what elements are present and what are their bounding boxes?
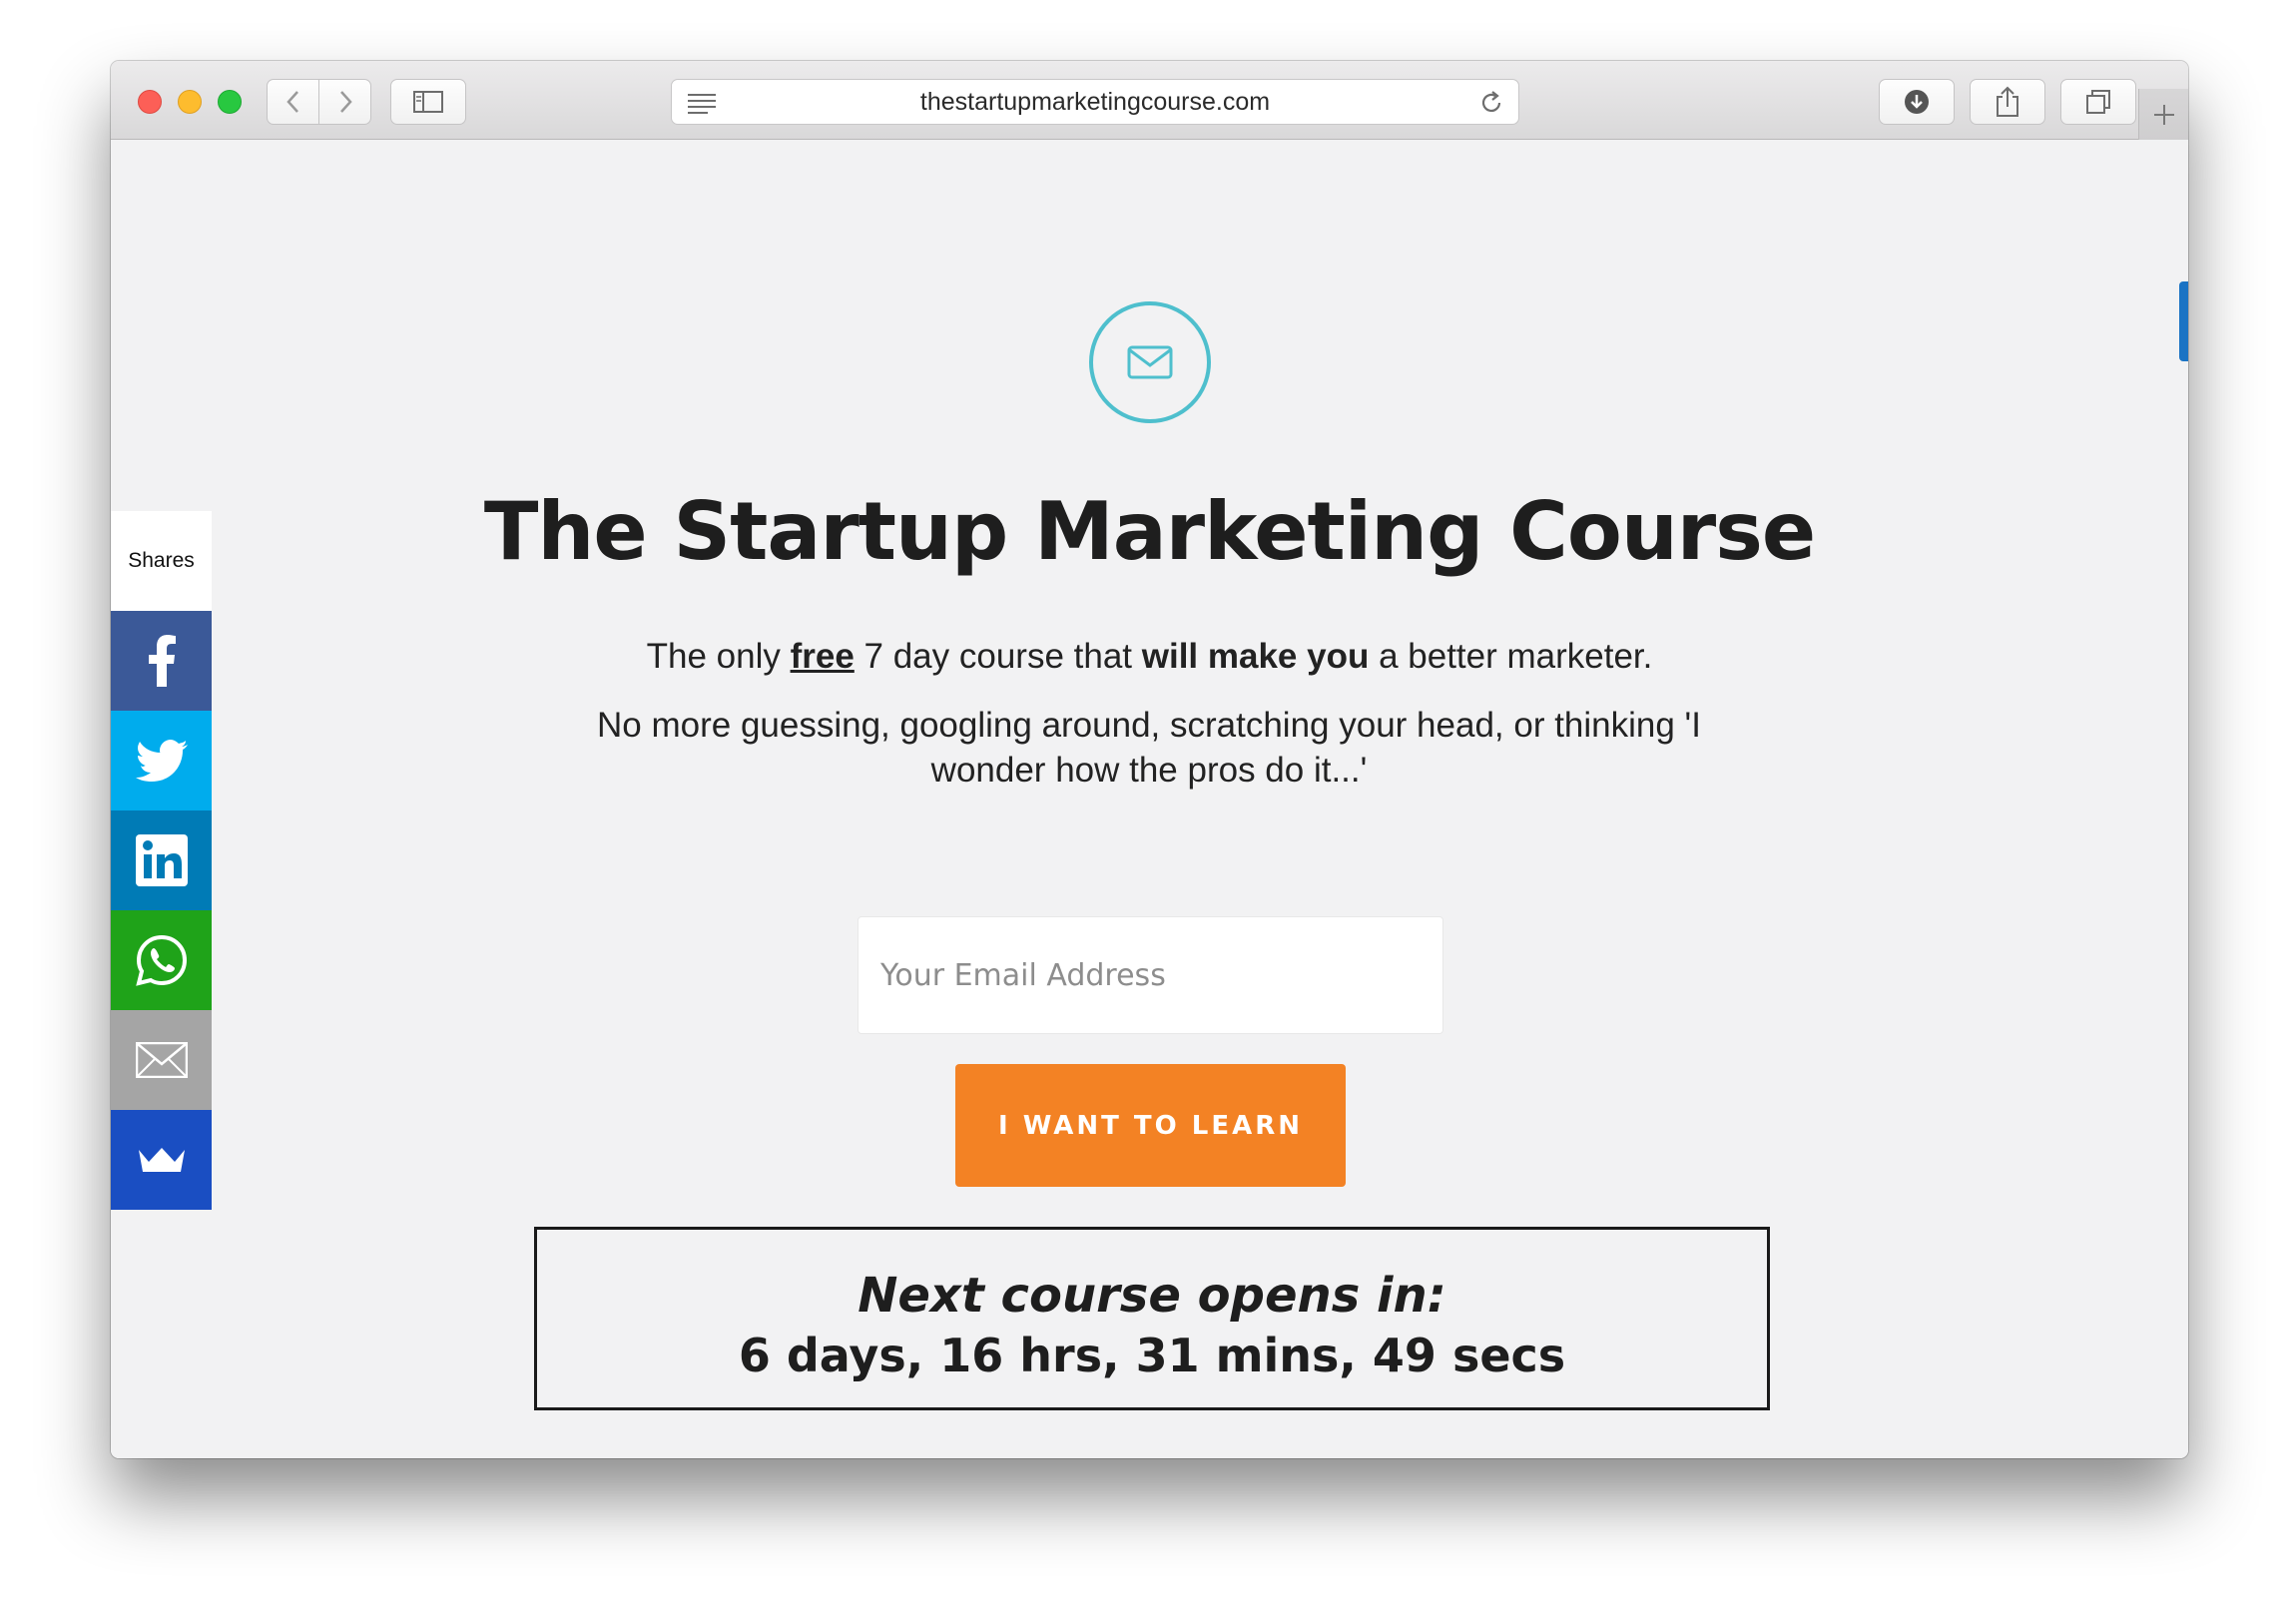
share-linkedin-button[interactable] [111,810,212,910]
share-twitter-button[interactable] [111,711,212,810]
mail-circle [1089,301,1211,423]
tagline-mid: 7 day course that [854,637,1142,676]
address-bar[interactable]: thestartupmarketingcourse.com [671,79,1519,125]
countdown-value: 6 days, 16 hrs, 31 mins, 49 secs [738,1329,1566,1382]
shares-label: Shares [111,511,212,611]
share-button[interactable] [1970,79,2045,125]
zoom-window-button[interactable] [218,90,242,114]
linkedin-icon [135,834,188,886]
browser-window: thestartupmarketingcourse.com The Startu… [111,61,2188,1458]
countdown-box: Next course opens in: 6 days, 16 hrs, 31… [534,1227,1770,1410]
whatsapp-icon [135,934,187,986]
url-text: thestartupmarketingcourse.com [919,87,1271,116]
close-window-button[interactable] [138,90,162,114]
share-facebook-button[interactable] [111,611,212,711]
tagline-strong: will make you [1141,637,1370,676]
chevron-left-icon [286,91,298,113]
tagline: The only free 7 day course that will mak… [111,637,2188,677]
facebook-icon [148,635,176,687]
reader-view-icon[interactable] [686,91,718,115]
share-email-button[interactable] [111,1010,212,1110]
envelope-icon [1127,345,1173,379]
downloads-button[interactable] [1879,79,1955,125]
email-icon [135,1042,188,1078]
page-content: The Startup Marketing Course The only fr… [111,141,2188,1458]
share-crowdsignal-button[interactable] [111,1110,212,1210]
share-whatsapp-button[interactable] [111,910,212,1010]
email-field[interactable] [858,916,1443,1034]
page-title: The Startup Marketing Course [483,485,1816,578]
minimize-window-button[interactable] [178,90,202,114]
download-icon [1905,90,1929,114]
reload-icon[interactable] [1478,90,1504,116]
tabs-overview-button[interactable] [2060,79,2136,125]
twitter-icon [135,740,188,782]
tabs-icon [2086,90,2110,114]
tagline-post: a better marketer. [1369,637,1653,676]
i-want-to-learn-button[interactable]: I WANT TO LEARN [955,1064,1346,1187]
countdown-label: Next course opens in: [858,1268,1446,1324]
forward-button[interactable] [318,79,371,125]
chevron-right-icon [339,91,352,113]
sidebar-icon [413,91,443,113]
crown-icon [138,1148,185,1172]
tagline-pre: The only [646,637,791,676]
tagline-free: free [790,637,855,676]
scroll-indicator[interactable] [2179,281,2188,361]
sidebar-toggle-button[interactable] [390,79,466,125]
back-button[interactable] [267,79,319,125]
plus-icon [2153,104,2174,125]
subtext: No more guessing, googling around, scrat… [597,706,1701,790]
share-sidebar: Shares [111,511,212,1210]
browser-toolbar: thestartupmarketingcourse.com [111,61,2188,140]
new-tab-button[interactable] [2138,89,2188,140]
share-icon [1997,86,2018,117]
